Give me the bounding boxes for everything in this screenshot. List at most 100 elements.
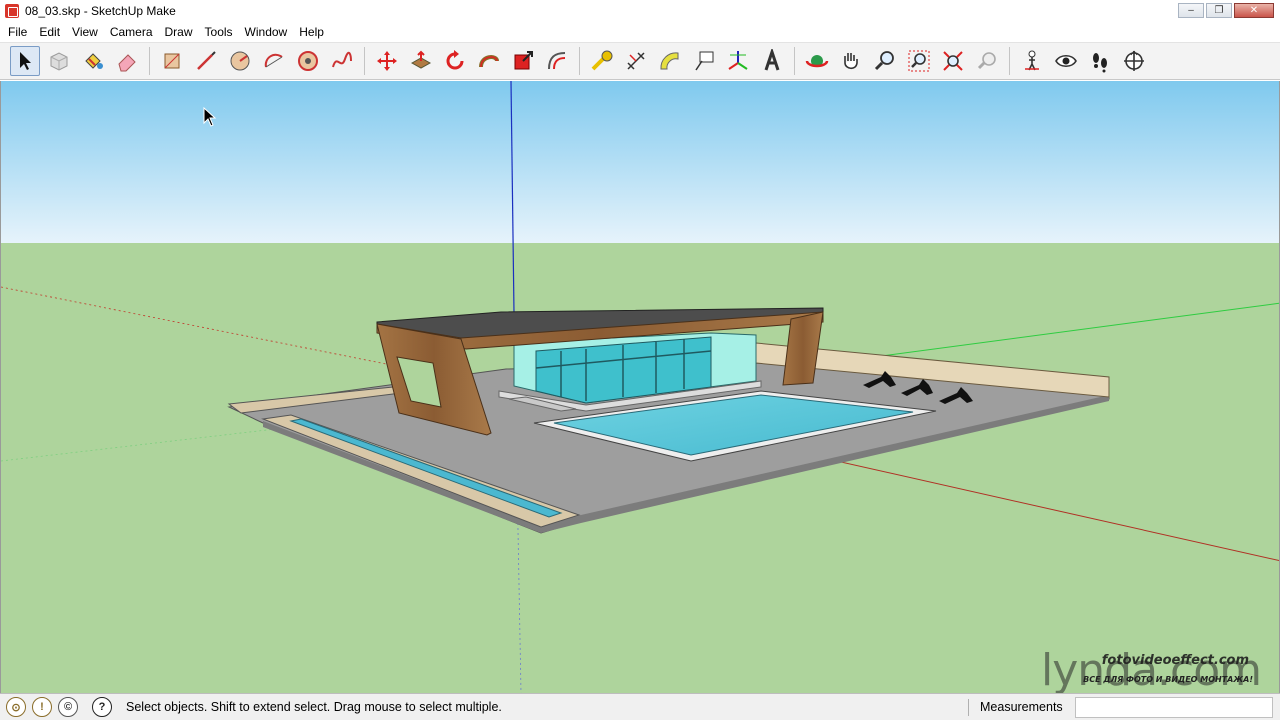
user-account-icon[interactable]: © (58, 697, 78, 717)
eraser-button[interactable] (112, 46, 142, 76)
text-button[interactable] (689, 46, 719, 76)
rectangle-button[interactable] (157, 46, 187, 76)
previous-view-icon (977, 52, 996, 70)
sketchup-app-icon[interactable] (5, 4, 19, 18)
3d-text-button[interactable] (757, 46, 787, 76)
look-around-icon (1055, 54, 1077, 68)
make-component-icon (50, 52, 68, 71)
status-bar: ⊙ ! © ? Select objects. Shift to extend … (0, 693, 1280, 720)
help-icon[interactable]: ? (92, 697, 112, 717)
protractor-button[interactable] (655, 46, 685, 76)
minimize-button[interactable]: – (1178, 3, 1204, 18)
position-camera-button[interactable] (1017, 46, 1047, 76)
axes-button[interactable] (723, 46, 753, 76)
measurements-box[interactable] (1075, 697, 1273, 718)
circle-button[interactable] (225, 46, 255, 76)
make-component-button[interactable] (44, 46, 74, 76)
dimension-button[interactable] (621, 46, 651, 76)
zoom-window-button[interactable] (904, 46, 934, 76)
mouse-cursor-icon (203, 107, 217, 127)
line-button[interactable] (191, 46, 221, 76)
polygon-button[interactable] (293, 46, 323, 76)
arc-button[interactable] (259, 46, 289, 76)
follow-me-icon (479, 55, 499, 68)
scale-icon (514, 51, 533, 70)
menu-file[interactable]: File (2, 22, 33, 42)
geo-location-icon[interactable]: ⊙ (6, 697, 26, 717)
walk-button[interactable] (1085, 46, 1115, 76)
pan-button[interactable] (836, 46, 866, 76)
window-title: 08_03.skp - SketchUp Make (25, 4, 176, 18)
eraser-icon (118, 54, 136, 72)
tape-measure-button[interactable] (587, 46, 617, 76)
menu-tools[interactable]: Tools (199, 22, 239, 42)
axes-icon (728, 51, 748, 70)
section-plane-icon (1124, 50, 1144, 71)
sky (1, 81, 1279, 243)
move-icon (377, 51, 397, 71)
follow-me-button[interactable] (474, 46, 504, 76)
close-button[interactable]: ✕ (1234, 3, 1274, 18)
zoom-button[interactable] (870, 46, 900, 76)
push-pull-button[interactable] (406, 46, 436, 76)
title-bar: 08_03.skp - SketchUp Make – ❐ ✕ (0, 0, 1280, 22)
rotate-icon (446, 50, 464, 70)
previous-view-button[interactable] (972, 46, 1002, 76)
window-controls: – ❐ ✕ (1178, 3, 1274, 18)
arc-icon (264, 53, 283, 68)
model-scene (1, 81, 1279, 693)
polygon-icon (298, 51, 318, 71)
orbit-button[interactable] (802, 46, 832, 76)
menu-edit[interactable]: Edit (33, 22, 66, 42)
paint-bucket-icon (85, 53, 103, 69)
3d-text-icon (764, 49, 780, 71)
rectangle-icon (164, 53, 180, 69)
toolbar-separator (579, 47, 580, 75)
text-icon (695, 51, 714, 71)
zoom-window-icon (908, 50, 930, 72)
section-plane-button[interactable] (1119, 46, 1149, 76)
push-pull-icon (410, 50, 432, 69)
credits-icon[interactable]: ! (32, 697, 52, 717)
menu-camera[interactable]: Camera (104, 22, 159, 42)
walk-icon (1093, 53, 1107, 73)
dimension-icon (627, 52, 645, 70)
tape-measure-icon (591, 50, 613, 71)
zoom-icon (874, 51, 894, 71)
toolbar-separator (794, 47, 795, 75)
watermark-site: fotovideoeffect.com (1101, 653, 1249, 668)
menu-draw[interactable]: Draw (159, 22, 199, 42)
zoom-extents-icon (943, 51, 963, 71)
look-around-button[interactable] (1051, 46, 1081, 76)
offset-icon (548, 52, 566, 70)
pan-icon (844, 53, 858, 70)
toolbar-separator (1009, 47, 1010, 75)
line-icon (197, 51, 216, 70)
menu-help[interactable]: Help (293, 22, 330, 42)
move-button[interactable] (372, 46, 402, 76)
freehand-icon (332, 51, 352, 68)
status-message: Select objects. Shift to extend select. … (126, 700, 502, 714)
position-camera-icon (1025, 50, 1039, 71)
watermark: lynda.com fotovideoeffect.com ВСЕ ДЛЯ ФО… (1001, 645, 1262, 693)
menu-view[interactable]: View (66, 22, 104, 42)
menu-bar: File Edit View Camera Draw Tools Window … (0, 22, 1280, 42)
watermark-tagline: ВСЕ ДЛЯ ФОТО И ВИДЕО МОНТАЖА! (1083, 675, 1253, 684)
select-tool-icon (20, 52, 31, 70)
measurements-label: Measurements (980, 700, 1063, 714)
menu-window[interactable]: Window (239, 22, 294, 42)
paint-bucket-button[interactable] (78, 46, 108, 76)
drawing-area-viewport[interactable]: lynda.com fotovideoeffect.com ВСЕ ДЛЯ ФО… (0, 81, 1280, 693)
protractor-icon (660, 52, 679, 70)
zoom-extents-button[interactable] (938, 46, 968, 76)
status-divider (968, 699, 969, 716)
restore-button[interactable]: ❐ (1206, 3, 1232, 18)
scale-button[interactable] (508, 46, 538, 76)
toolbar-separator (149, 47, 150, 75)
select-tool-button[interactable] (10, 46, 40, 76)
circle-icon (230, 51, 250, 71)
rotate-button[interactable] (440, 46, 470, 76)
freehand-button[interactable] (327, 46, 357, 76)
toolbar-separator (364, 47, 365, 75)
offset-button[interactable] (542, 46, 572, 76)
